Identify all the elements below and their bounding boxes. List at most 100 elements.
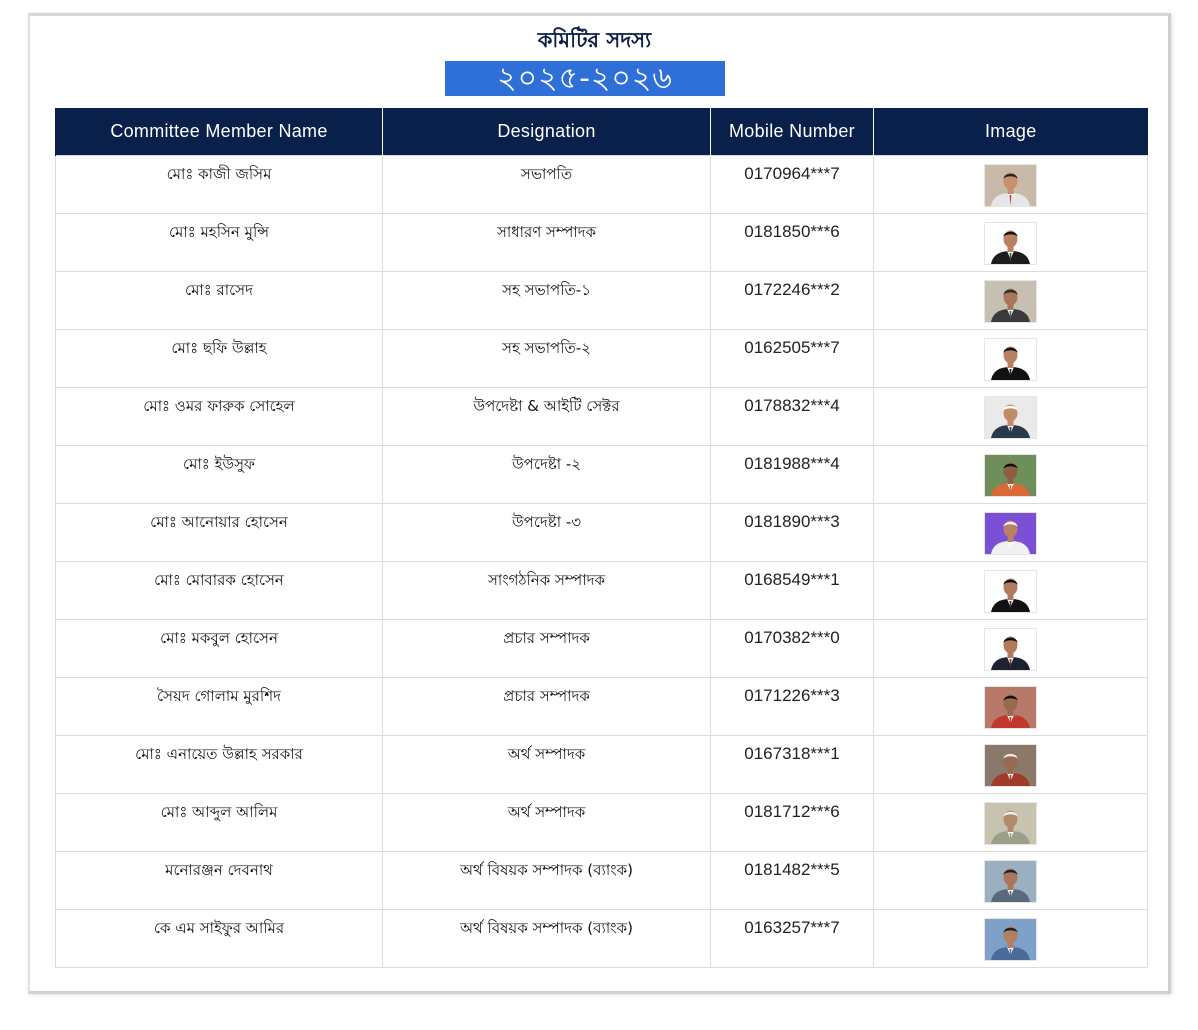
designation-cell: প্রচার সম্পাদক: [382, 619, 711, 678]
column-header-designation[interactable]: Designation: [382, 108, 711, 156]
member-name: মোঃ মকবুল হোসেন: [160, 629, 278, 647]
member-photo[interactable]: [984, 918, 1037, 961]
mobile-number: 0181712***6: [744, 802, 840, 821]
member-photo[interactable]: [984, 454, 1037, 497]
mobile-number: 0178832***4: [744, 396, 840, 415]
committee-table: Committee Member Name Designation Mobile…: [55, 108, 1148, 968]
table-body: মোঃ কাজী জসিম সভাপতি 0170964***7 মোঃ মহসিন …: [55, 155, 1148, 968]
member-name-cell: মোঃ রাসেদ: [55, 271, 383, 330]
mobile-number: 0170964***7: [744, 164, 840, 183]
member-name-cell: মোঃ মোবারক হোসেন: [55, 561, 383, 620]
image-cell: [873, 561, 1148, 620]
mobile-cell: 0181850***6: [710, 213, 874, 272]
image-cell: [873, 851, 1148, 910]
column-header-image[interactable]: Image: [873, 108, 1148, 156]
column-header-name[interactable]: Committee Member Name: [55, 108, 383, 156]
mobile-number: 0163257***7: [744, 918, 840, 937]
image-cell: [873, 329, 1148, 388]
member-designation: সাধারণ সম্পাদক: [496, 223, 597, 241]
image-cell: [873, 909, 1148, 968]
designation-cell: উপদেষ্টা & আইটি সেক্টর: [382, 387, 711, 446]
mobile-cell: 0181482***5: [710, 851, 874, 910]
table-row: কে এম সাইফুর আমির অর্থ বিষয়ক সম্পাদক (ব্…: [55, 909, 1148, 968]
member-photo[interactable]: [984, 860, 1037, 903]
mobile-number: 0171226***3: [744, 686, 840, 705]
image-cell: [873, 155, 1148, 214]
image-cell: [873, 503, 1148, 562]
table-row: মোঃ কাজী জসিম সভাপতি 0170964***7: [55, 155, 1148, 214]
mobile-number: 0167318***1: [744, 744, 840, 763]
designation-cell: অর্থ সম্পাদক: [382, 793, 711, 852]
column-header-mobile[interactable]: Mobile Number: [710, 108, 874, 156]
member-designation: অর্থ সম্পাদক: [507, 803, 586, 821]
member-name-cell: মোঃ এনায়েত উল্লাহ সরকার: [55, 735, 383, 794]
designation-cell: সাধারণ সম্পাদক: [382, 213, 711, 272]
member-photo[interactable]: [984, 802, 1037, 845]
mobile-cell: 0171226***3: [710, 677, 874, 736]
mobile-number: 0168549***1: [744, 570, 840, 589]
mobile-number: 0172246***2: [744, 280, 840, 299]
table-row: মোঃ আব্দুল আলিম অর্থ সম্পাদক 0181712***6: [55, 793, 1148, 852]
mobile-number: 0162505***7: [744, 338, 840, 357]
member-name: সৈয়দ গোলাম মুরশিদ: [157, 687, 281, 705]
image-cell: [873, 445, 1148, 504]
mobile-cell: 0170382***0: [710, 619, 874, 678]
table-row: মোঃ আনোয়ার হোসেন উপদেষ্টা -৩ 0181890***3: [55, 503, 1148, 562]
mobile-cell: 0178832***4: [710, 387, 874, 446]
member-photo[interactable]: [984, 686, 1037, 729]
member-name-cell: কে এম সাইফুর আমির: [55, 909, 383, 968]
designation-cell: সহ সভাপতি-২: [382, 329, 711, 388]
member-photo[interactable]: [984, 744, 1037, 787]
image-cell: [873, 271, 1148, 330]
member-name-cell: মোঃ মহসিন মুন্সি: [55, 213, 383, 272]
table-row: মোঃ ছফি উল্লাহ সহ সভাপতি-২ 0162505***7: [55, 329, 1148, 388]
member-name-cell: মোঃ কাজী জসিম: [55, 155, 383, 214]
table-row: মোঃ ওমর ফারুক সোহেল উপদেষ্টা & আইটি সেক্ট…: [55, 387, 1148, 446]
mobile-cell: 0172246***2: [710, 271, 874, 330]
member-name: মোঃ আনোয়ার হোসেন: [150, 513, 288, 531]
designation-cell: সহ সভাপতি-১: [382, 271, 711, 330]
member-photo[interactable]: [984, 570, 1037, 613]
designation-cell: অর্থ বিষয়ক সম্পাদক (ব্যাংক): [382, 851, 711, 910]
table-row: মোঃ এনায়েত উল্লাহ সরকার অর্থ সম্পাদক 0167…: [55, 735, 1148, 794]
committee-panel: কমিটির সদস্য ২০২৫-২০২৬ Committee Member …: [28, 13, 1171, 994]
member-photo[interactable]: [984, 628, 1037, 671]
mobile-number: 0181482***5: [744, 860, 840, 879]
member-designation: সহ সভাপতি-১: [502, 281, 591, 299]
mobile-cell: 0168549***1: [710, 561, 874, 620]
member-photo[interactable]: [984, 222, 1037, 265]
member-name: মোঃ ওমর ফারুক সোহেল: [143, 397, 295, 415]
image-cell: [873, 793, 1148, 852]
mobile-number: 0170382***0: [744, 628, 840, 647]
mobile-cell: 0170964***7: [710, 155, 874, 214]
image-cell: [873, 677, 1148, 736]
member-photo[interactable]: [984, 396, 1037, 439]
member-name: মনোরঞ্জন দেবনাথ: [165, 861, 273, 879]
member-name-cell: মোঃ ওমর ফারুক সোহেল: [55, 387, 383, 446]
designation-cell: অর্থ সম্পাদক: [382, 735, 711, 794]
member-designation: সভাপতি: [520, 165, 573, 183]
member-photo[interactable]: [984, 338, 1037, 381]
member-name: মোঃ এনায়েত উল্লাহ সরকার: [135, 745, 303, 763]
image-cell: [873, 735, 1148, 794]
member-photo[interactable]: [984, 512, 1037, 555]
member-photo[interactable]: [984, 280, 1037, 323]
member-name: মোঃ মহসিন মুন্সি: [168, 223, 270, 241]
mobile-number: 0181890***3: [744, 512, 840, 531]
mobile-cell: 0162505***7: [710, 329, 874, 388]
mobile-number: 0181988***4: [744, 454, 840, 473]
member-photo[interactable]: [984, 164, 1037, 207]
committee-table-wrapper: Committee Member Name Designation Mobile…: [55, 108, 1148, 968]
member-name-cell: মোঃ মকবুল হোসেন: [55, 619, 383, 678]
mobile-cell: 0163257***7: [710, 909, 874, 968]
member-name: মোঃ মোবারক হোসেন: [154, 571, 284, 589]
table-row: মোঃ রাসেদ সহ সভাপতি-১ 0172246***2: [55, 271, 1148, 330]
member-name: মোঃ রাসেদ: [185, 281, 253, 299]
mobile-cell: 0181988***4: [710, 445, 874, 504]
mobile-cell: 0181890***3: [710, 503, 874, 562]
image-cell: [873, 387, 1148, 446]
designation-cell: সভাপতি: [382, 155, 711, 214]
member-designation: অর্থ সম্পাদক: [507, 745, 586, 763]
table-row: মনোরঞ্জন দেবনাথ অর্থ বিষয়ক সম্পাদক (ব্যা…: [55, 851, 1148, 910]
image-cell: [873, 619, 1148, 678]
